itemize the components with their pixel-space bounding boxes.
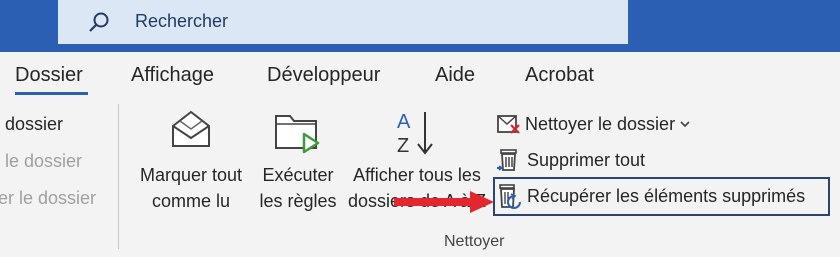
svg-text:Z: Z (397, 135, 409, 157)
run-rules-line2: les règles (259, 191, 337, 211)
search-placeholder[interactable]: Rechercher (135, 11, 228, 32)
cleanup-folder-label: Nettoyer le dossier (525, 113, 676, 134)
active-tab-indicator (15, 92, 88, 95)
left-item-le-dossier: le dossier (5, 151, 83, 171)
left-item-er-le-dossier: er le dossier (0, 188, 97, 208)
tab-aide[interactable]: Aide (435, 64, 475, 87)
sort-az-icon: A Z (397, 111, 433, 157)
ribbon-separator (118, 104, 119, 249)
highlight-box (493, 177, 830, 216)
run-rules-line1: Exécuter (262, 165, 334, 185)
delete-all-label: Supprimer tout (527, 149, 646, 170)
search-icon (89, 12, 109, 32)
mark-all-read-line2: comme lu (151, 191, 231, 211)
svg-text:A: A (397, 111, 411, 133)
cleanup-folder-button[interactable]: Nettoyer le dossier (496, 110, 691, 138)
ribbon-tabs (0, 52, 840, 102)
run-rules-button[interactable]: Exécuter les règles (252, 108, 344, 214)
mark-all-read-button[interactable]: Marquer tout comme lu (132, 108, 250, 214)
envelope-open-icon (172, 110, 210, 147)
tab-developpeur[interactable]: Développeur (267, 64, 380, 87)
tab-dossier[interactable]: Dossier (15, 64, 83, 87)
red-arrow-annotation (394, 191, 494, 213)
tab-acrobat[interactable]: Acrobat (525, 64, 594, 87)
folder-run-icon (275, 115, 320, 154)
left-item-dossier[interactable]: dossier (5, 114, 63, 135)
mark-all-read-line1: Marquer tout (139, 165, 243, 185)
show-all-folders-line1: Afficher tous les (353, 165, 481, 185)
cleanup-folder-icon (497, 115, 520, 134)
chevron-down-icon[interactable] (679, 119, 691, 129)
delete-all-icon (497, 149, 517, 171)
delete-all-button[interactable]: Supprimer tout (496, 146, 645, 174)
tab-affichage[interactable]: Affichage (131, 64, 214, 87)
group-label-nettoyer: Nettoyer (444, 233, 505, 250)
